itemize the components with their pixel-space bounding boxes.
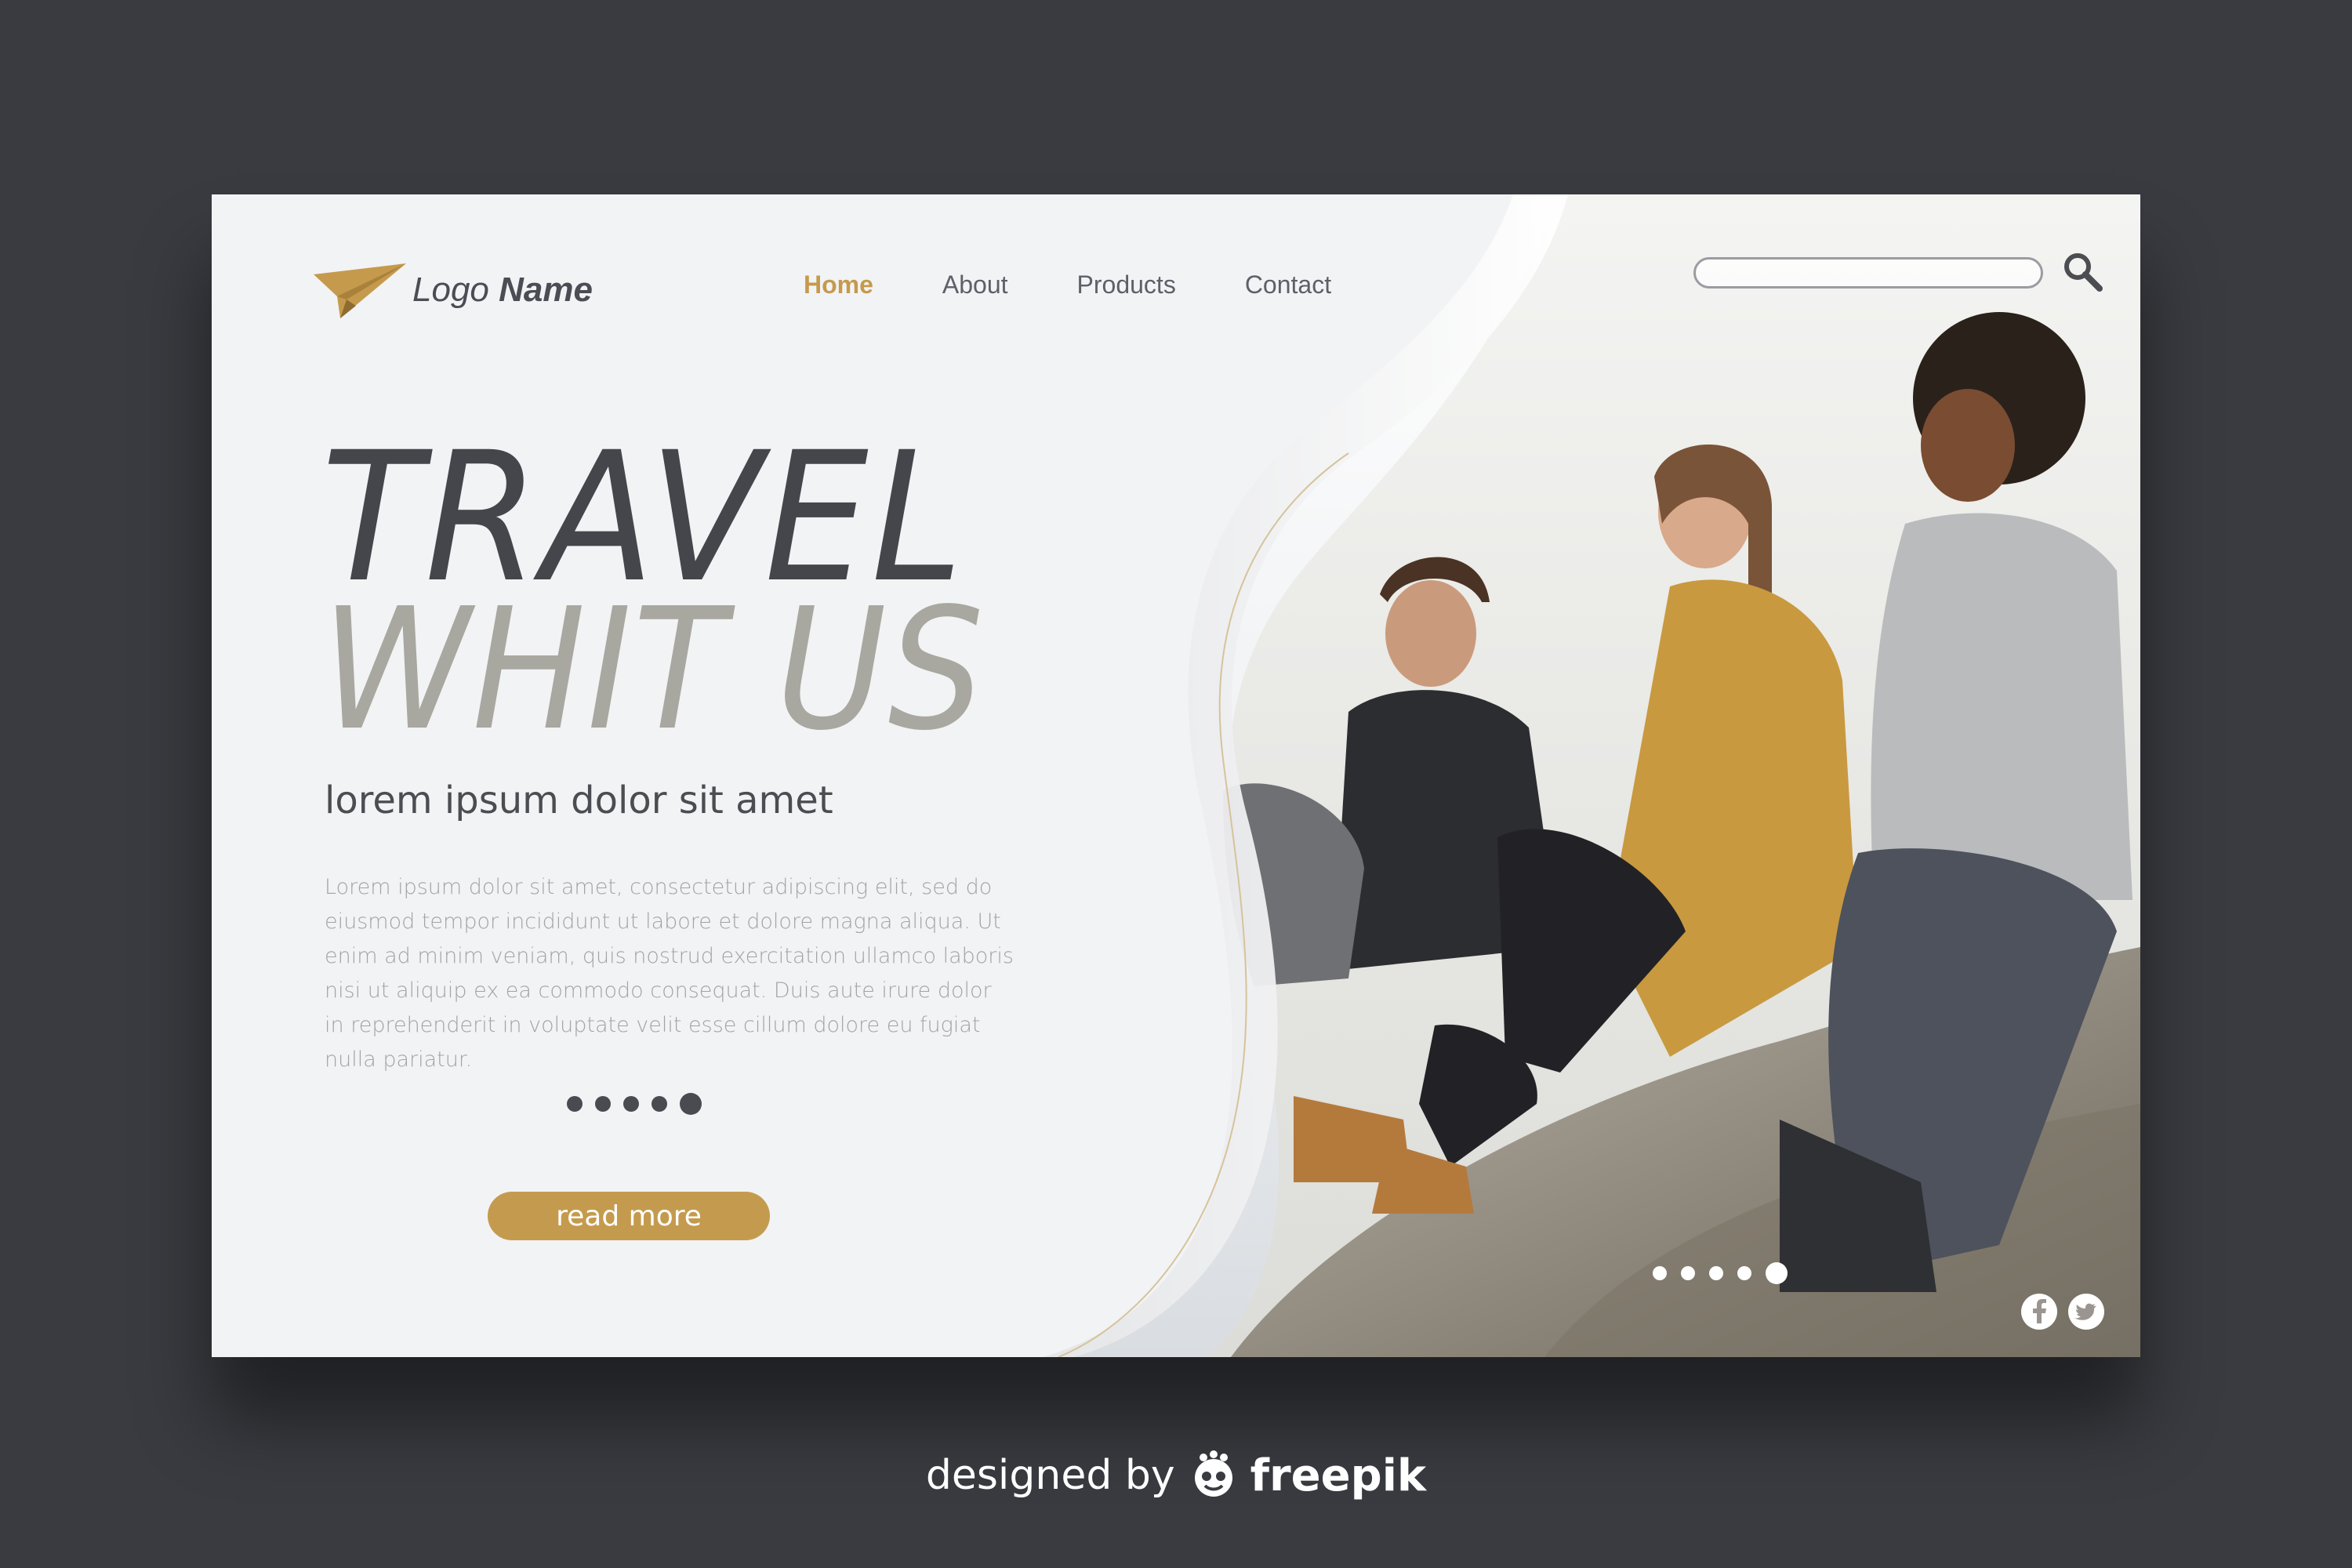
- logo[interactable]: Logo Name: [312, 259, 593, 321]
- credit-brand[interactable]: freepik: [1250, 1450, 1426, 1501]
- nav-item-home[interactable]: Home: [804, 270, 873, 299]
- paper-plane-icon: [314, 263, 406, 318]
- hero-body-text: Lorem ipsum dolor sit amet, consectetur …: [325, 875, 1014, 1072]
- designer-credit: designed by freepik: [0, 1444, 2352, 1507]
- headline-line-2: WHIT US: [321, 572, 985, 768]
- photo-slider-dot[interactable]: [1681, 1266, 1695, 1280]
- facebook-icon[interactable]: [2020, 1292, 2059, 1331]
- photo-slider-dot[interactable]: [1653, 1266, 1667, 1280]
- main-nav: Home About Products Contact: [804, 261, 1400, 308]
- photo-slider-dot[interactable]: [1709, 1266, 1723, 1280]
- search-icon[interactable]: [2062, 251, 2103, 292]
- read-more-button[interactable]: read more: [488, 1192, 770, 1240]
- logo-text: Logo Name: [412, 270, 593, 309]
- nav-item-contact[interactable]: Contact: [1245, 270, 1331, 299]
- twitter-icon[interactable]: [2067, 1292, 2106, 1331]
- hero-subtitle: lorem ipsum dolor sit amet: [325, 779, 833, 822]
- photo-slider-dot-active[interactable]: [1766, 1262, 1788, 1284]
- search-input[interactable]: [1693, 257, 2043, 289]
- hero-photo: [212, 194, 2140, 1357]
- slider-dot[interactable]: [652, 1096, 667, 1112]
- slider-dot[interactable]: [595, 1096, 611, 1112]
- text-slider-dots: [567, 1093, 714, 1115]
- landing-card: Logo Name Home About Products Contact TR…: [212, 194, 2140, 1357]
- credit-text: designed by: [925, 1452, 1175, 1499]
- photo-slider-dot[interactable]: [1737, 1266, 1751, 1280]
- freepik-mascot-icon: [1194, 1450, 1232, 1497]
- slider-dot-active[interactable]: [680, 1093, 702, 1115]
- nav-item-products[interactable]: Products: [1077, 270, 1176, 299]
- photo-slider-dots: [1653, 1262, 1802, 1284]
- slider-dot[interactable]: [623, 1096, 639, 1112]
- slider-dot[interactable]: [567, 1096, 583, 1112]
- nav-item-about[interactable]: About: [942, 270, 1008, 299]
- social-links: [2020, 1292, 2114, 1331]
